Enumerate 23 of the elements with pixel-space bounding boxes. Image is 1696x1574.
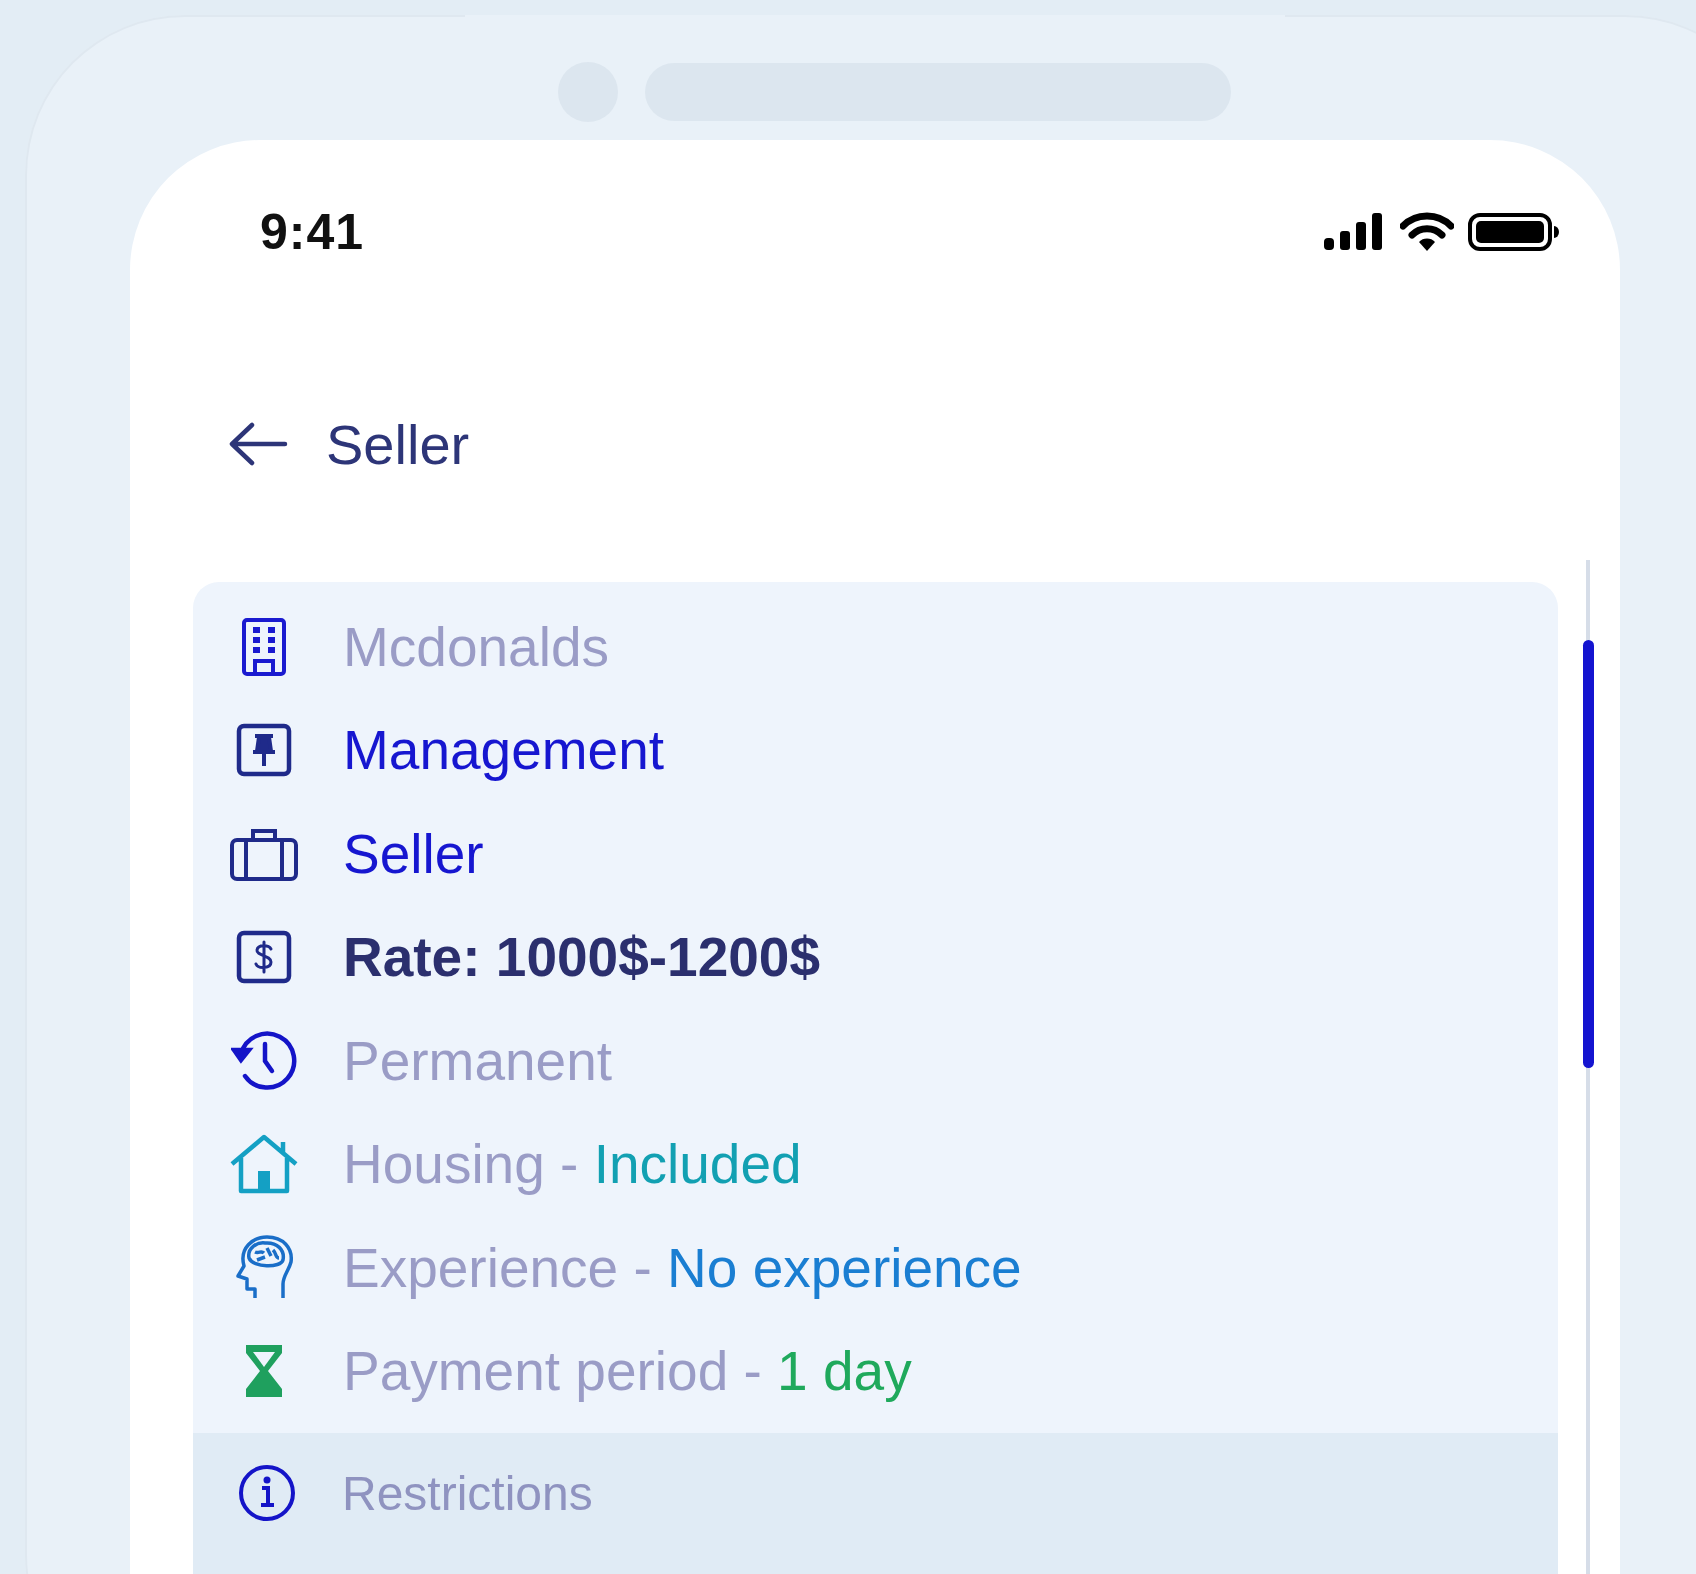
detail-text: Permanent	[343, 1028, 613, 1093]
pushpin-icon	[236, 723, 292, 778]
hourglass-icon	[244, 1343, 284, 1400]
house-icon	[229, 1134, 299, 1195]
building-icon	[241, 616, 287, 677]
info-icon	[237, 1463, 297, 1523]
status-time: 9:41	[260, 203, 365, 261]
scrollbar-thumb[interactable]	[1583, 640, 1594, 1068]
detail-text: Mcdonalds	[343, 614, 609, 679]
battery-icon	[1468, 212, 1560, 252]
back-arrow-icon[interactable]	[228, 422, 288, 466]
detail-text: Experience - No experience	[343, 1235, 1022, 1300]
detail-text: Payment period - 1 day	[343, 1339, 912, 1404]
page-title: Seller	[326, 411, 470, 477]
detail-text: Rate: 1000$-1200$	[343, 925, 820, 990]
restrictions-bar[interactable]: Restrictions	[193, 1433, 1558, 1574]
detail-text: Seller	[343, 821, 484, 886]
dollar-icon	[236, 930, 292, 985]
restrictions-label: Restrictions	[342, 1465, 593, 1521]
wifi-icon	[1400, 212, 1454, 252]
detail-text: Housing - Included	[343, 1132, 802, 1197]
history-clock-icon	[231, 1029, 297, 1092]
detail-text: Management	[343, 718, 665, 783]
